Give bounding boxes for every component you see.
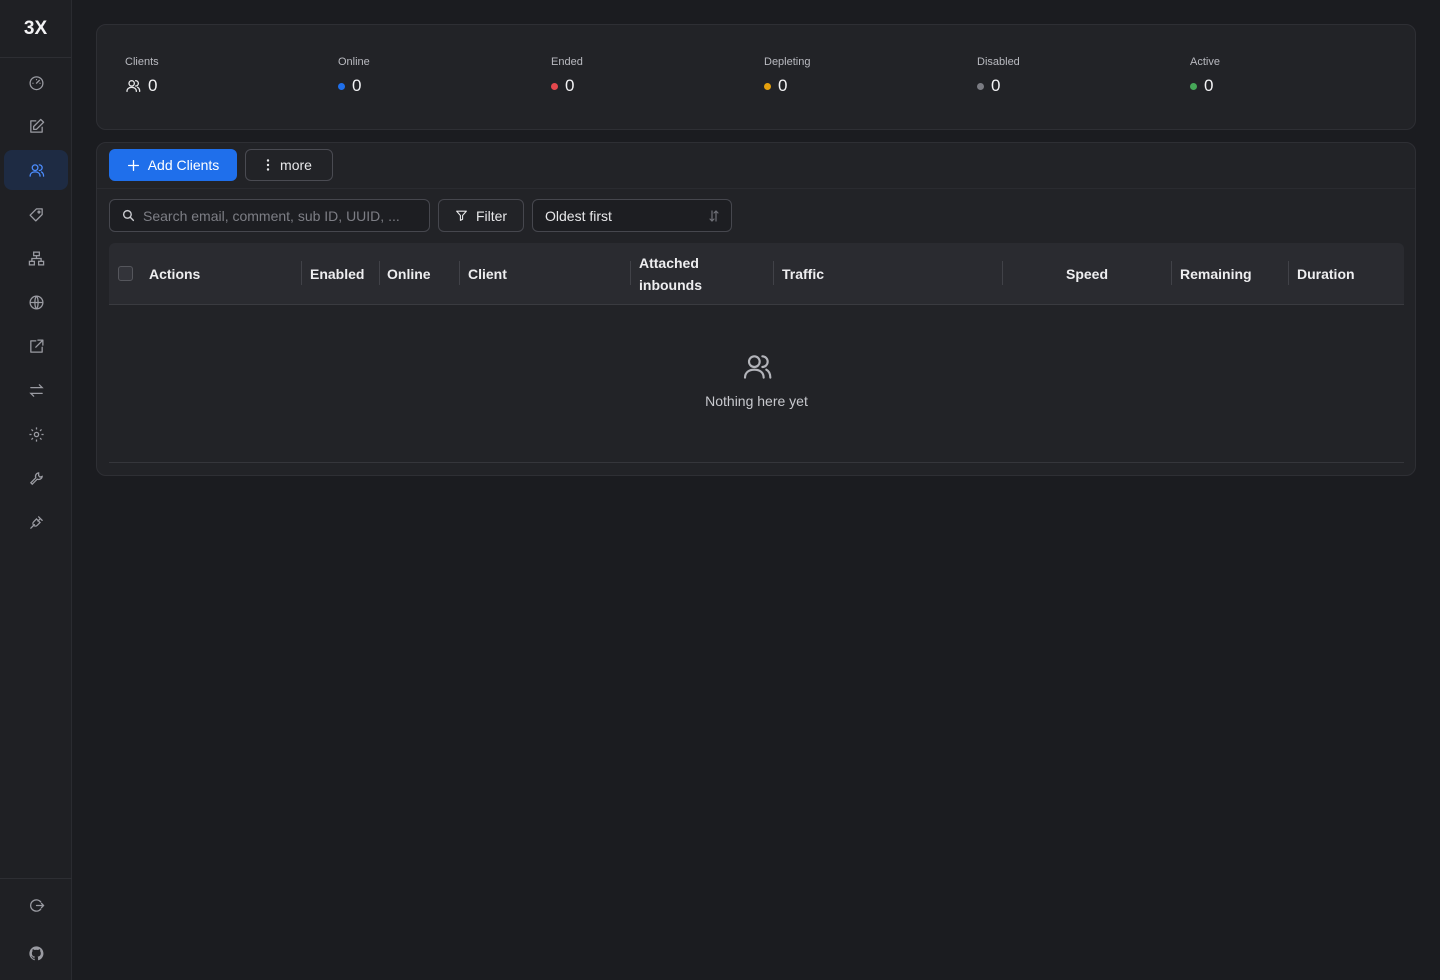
column-attached-inbounds[interactable]: Attached inbounds <box>639 243 702 305</box>
stat-value: 0 <box>1204 76 1214 95</box>
ended-status-dot <box>551 82 558 90</box>
stat-label: Online <box>338 56 370 68</box>
stat-depleting: Depleting 0 <box>764 56 810 96</box>
stat-label: Active <box>1190 56 1220 68</box>
active-status-dot <box>1190 82 1197 90</box>
nav-tags[interactable] <box>4 194 68 234</box>
clients-card: Add Clients more Filter Oldest first Act… <box>96 142 1416 476</box>
external-link-icon <box>29 338 44 353</box>
filter-button[interactable]: Filter <box>438 199 524 232</box>
nav-dashboard[interactable] <box>4 62 68 102</box>
nav-routing[interactable] <box>4 282 68 322</box>
nav-inbounds[interactable] <box>4 106 68 146</box>
filter-icon <box>456 210 467 221</box>
app-logo[interactable]: 3X <box>0 0 71 58</box>
users-icon <box>126 80 141 92</box>
edit-icon <box>29 118 44 133</box>
stat-value: 0 <box>778 76 788 95</box>
sidebar: 3X <box>0 0 72 980</box>
stat-clients: Clients 0 <box>125 56 159 96</box>
add-clients-button[interactable]: Add Clients <box>109 149 237 181</box>
column-separator <box>301 261 302 285</box>
disabled-status-dot <box>977 82 984 90</box>
nav-nodes[interactable] <box>4 238 68 278</box>
nav-xray-config[interactable] <box>4 458 68 498</box>
stat-label: Ended <box>551 56 583 68</box>
column-separator <box>773 261 774 285</box>
tag-icon <box>28 207 43 222</box>
logout-button[interactable] <box>4 885 68 925</box>
sort-select[interactable]: Oldest first <box>532 199 732 232</box>
stat-active: Active 0 <box>1190 56 1220 96</box>
stat-value: 0 <box>991 76 1001 95</box>
nav-settings[interactable] <box>4 414 68 454</box>
column-attached-line1: Attached <box>639 255 699 271</box>
stat-value: 0 <box>148 76 158 95</box>
toolbar: Add Clients more <box>97 143 1415 189</box>
filter-label: Filter <box>475 207 508 224</box>
nav-outbounds[interactable] <box>4 326 68 366</box>
stat-label: Disabled <box>977 56 1020 68</box>
sort-icon <box>709 209 719 222</box>
nav-balancers[interactable] <box>4 370 68 410</box>
users-icon <box>743 355 771 379</box>
column-separator <box>459 261 460 285</box>
stat-label: Clients <box>125 56 159 68</box>
users-icon <box>28 163 44 177</box>
search-icon <box>122 209 135 222</box>
column-duration[interactable]: Duration <box>1297 243 1355 305</box>
plus-icon <box>127 159 139 171</box>
column-speed[interactable]: Speed <box>1066 243 1108 305</box>
github-link[interactable] <box>4 933 68 973</box>
github-icon <box>28 945 43 960</box>
column-separator <box>1288 261 1289 285</box>
stats-card: Clients 0 Online 0 Ended 0 Depleting 0 D… <box>96 24 1416 130</box>
stat-online: Online 0 <box>338 56 370 96</box>
add-clients-label: Add Clients <box>147 157 220 173</box>
search-input[interactable] <box>143 207 403 224</box>
stat-value: 0 <box>565 76 575 95</box>
gear-icon <box>28 426 44 442</box>
search-box <box>109 199 430 232</box>
column-attached-line2: inbounds <box>639 277 702 293</box>
stat-disabled: Disabled 0 <box>977 56 1020 96</box>
nav-api[interactable] <box>4 502 68 542</box>
swap-icon <box>28 383 44 397</box>
column-separator <box>379 261 380 285</box>
column-separator <box>1171 261 1172 285</box>
column-online[interactable]: Online <box>387 243 431 305</box>
plug-icon <box>29 515 43 529</box>
online-status-dot <box>338 82 345 90</box>
select-all-checkbox[interactable] <box>118 266 133 281</box>
network-icon <box>28 250 44 266</box>
column-remaining[interactable]: Remaining <box>1180 243 1252 305</box>
more-vertical-icon <box>266 159 270 171</box>
nav-clients[interactable] <box>4 150 68 190</box>
table-header: Actions Enabled Online Client Attached i… <box>109 243 1404 305</box>
logout-icon <box>29 898 44 912</box>
empty-state-text: Nothing here yet <box>705 393 808 409</box>
wrench-icon <box>29 471 43 485</box>
column-separator <box>630 261 631 285</box>
more-button[interactable]: more <box>245 149 333 181</box>
column-traffic[interactable]: Traffic <box>782 243 824 305</box>
dashboard-icon <box>28 75 44 90</box>
sort-selected-value: Oldest first <box>545 207 612 224</box>
stat-ended: Ended 0 <box>551 56 583 96</box>
column-separator <box>1002 261 1003 285</box>
globe-icon <box>28 294 44 310</box>
column-client[interactable]: Client <box>468 243 507 305</box>
stat-value: 0 <box>352 76 362 95</box>
more-label: more <box>280 157 312 173</box>
empty-state: Nothing here yet <box>109 305 1404 463</box>
sidebar-bottom <box>0 878 72 980</box>
stat-label: Depleting <box>764 56 811 68</box>
column-actions[interactable]: Actions <box>149 243 200 305</box>
column-enabled[interactable]: Enabled <box>310 243 364 305</box>
depleting-status-dot <box>764 82 771 90</box>
